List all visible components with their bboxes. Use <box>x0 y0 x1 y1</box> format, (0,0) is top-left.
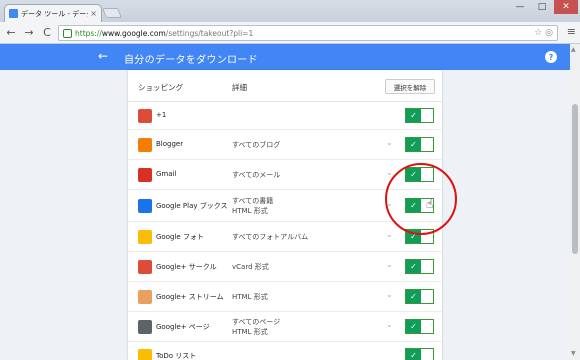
chevron-down-icon[interactable]: ⌄ <box>386 168 393 177</box>
title-bar: データ ツール - データのダウ × — □ ✕ <box>0 0 580 22</box>
product-name: Gmail <box>156 170 177 178</box>
include-toggle[interactable]: ✓ <box>405 319 434 334</box>
help-icon[interactable]: ? <box>545 51 557 63</box>
product-row: Blogger すべてのブログ ⌄ ✓ <box>128 130 442 160</box>
chrome-menu-icon[interactable]: ≡ <box>567 25 576 38</box>
scrollbar[interactable]: ▲ ▼ <box>570 44 580 360</box>
address-bar[interactable]: https:// www.google.com /settings/takeou… <box>58 25 558 41</box>
table-header: ショッピング 詳細 選択を解除 <box>128 70 442 102</box>
check-icon: ✓ <box>406 290 421 303</box>
product-name: Google Play ブックス <box>156 202 228 210</box>
scroll-up-icon[interactable]: ▲ <box>571 46 576 53</box>
product-row: ToDo リスト ✓ <box>128 342 442 360</box>
product-row: Google+ ストリーム HTML 形式 ⌄ ✓ <box>128 282 442 312</box>
gplus-stream-icon <box>138 290 152 304</box>
forward-button[interactable]: → <box>22 26 36 40</box>
check-icon: ✓ <box>406 349 421 360</box>
chevron-down-icon[interactable]: ⌄ <box>386 290 393 299</box>
chevron-down-icon[interactable]: ⌄ <box>386 138 393 147</box>
play-books-icon <box>138 199 152 213</box>
check-icon: ✓ <box>406 109 421 122</box>
include-toggle[interactable]: ✓ <box>405 108 434 123</box>
google-favicon-icon <box>9 9 18 18</box>
product-detail: vCard 形式 <box>232 263 269 271</box>
product-name: Google+ ページ <box>156 323 210 331</box>
product-name: Google+ サークル <box>156 263 217 271</box>
product-detail: HTML 形式 <box>232 293 268 301</box>
maximize-button[interactable]: □ <box>532 0 552 14</box>
chevron-down-icon[interactable]: ⌄ <box>386 230 393 239</box>
browser-window: データ ツール - データのダウ × — □ ✕ ← → C https:// … <box>0 0 580 360</box>
new-tab-button[interactable] <box>102 8 122 18</box>
chevron-down-icon[interactable]: ⌄ <box>386 260 393 269</box>
url-scheme: https:// <box>75 28 102 38</box>
page-title: 自分のデータをダウンロード <box>124 55 258 66</box>
product-name: Google フォト <box>156 233 204 241</box>
product-name: Google+ ストリーム <box>156 293 224 301</box>
back-arrow-icon[interactable]: ← <box>98 49 108 63</box>
product-name: Blogger <box>156 140 184 148</box>
gplus-pages-icon <box>138 320 152 334</box>
chevron-down-icon[interactable]: ⌄ <box>386 320 393 329</box>
reload-button[interactable]: C <box>40 26 54 40</box>
check-icon: ✓ <box>406 260 421 273</box>
column-header-detail: 詳細 <box>232 83 247 92</box>
browser-toolbar: ← → C https:// www.google.com /settings/… <box>0 22 580 44</box>
highlight-circle <box>385 163 457 235</box>
tasks-icon <box>138 349 152 360</box>
product-name: ToDo リスト <box>156 352 197 360</box>
scroll-down-icon[interactable]: ▼ <box>571 350 576 357</box>
product-row: Google+ サークル vCard 形式 ⌄ ✓ <box>128 252 442 282</box>
tab-close-icon[interactable]: × <box>90 9 97 18</box>
gplus-one-icon <box>138 109 152 123</box>
gplus-circles-icon <box>138 260 152 274</box>
app-header: ← 自分のデータをダウンロード ? <box>0 44 570 70</box>
photos-icon <box>138 230 152 244</box>
scroll-thumb[interactable] <box>572 104 578 254</box>
product-detail: すべてのメール <box>232 171 281 179</box>
lock-icon <box>63 28 72 38</box>
product-row: +1 ✓ <box>128 102 442 130</box>
url-path: /settings/takeout?pli=1 <box>165 28 254 38</box>
product-detail: すべてのページ HTML 形式 <box>232 318 281 336</box>
browser-tab[interactable]: データ ツール - データのダウ × <box>4 4 102 22</box>
url-host: www.google.com <box>101 28 166 38</box>
product-row: Google フォト すべてのフォトアルバム ⌄ ✓ <box>128 222 442 252</box>
include-toggle[interactable]: ✓ <box>405 289 434 304</box>
bookmark-star-icon[interactable]: ☆ ◎ <box>534 28 553 38</box>
product-detail: すべての書籍 HTML 形式 <box>232 197 274 215</box>
close-window-button[interactable]: ✕ <box>554 0 578 14</box>
include-toggle[interactable]: ✓ <box>405 137 434 152</box>
product-row: Google+ ページ すべてのページ HTML 形式 ⌄ ✓ <box>128 312 442 342</box>
blogger-icon <box>138 138 152 152</box>
column-header-product: ショッピング <box>138 83 183 92</box>
minimize-button[interactable]: — <box>510 0 530 14</box>
check-icon: ✓ <box>406 138 421 151</box>
gmail-icon <box>138 168 152 182</box>
deselect-all-button[interactable]: 選択を解除 <box>385 79 435 94</box>
check-icon: ✓ <box>406 320 421 333</box>
include-toggle[interactable]: ✓ <box>405 348 434 360</box>
include-toggle[interactable]: ✓ <box>405 259 434 274</box>
product-name: +1 <box>156 111 167 119</box>
product-detail: すべてのブログ <box>232 141 281 149</box>
product-detail: すべてのフォトアルバム <box>232 233 309 241</box>
hand-cursor-icon: ☝ <box>426 197 434 211</box>
back-button[interactable]: ← <box>4 26 18 40</box>
tab-title: データ ツール - データのダウ <box>21 9 88 18</box>
